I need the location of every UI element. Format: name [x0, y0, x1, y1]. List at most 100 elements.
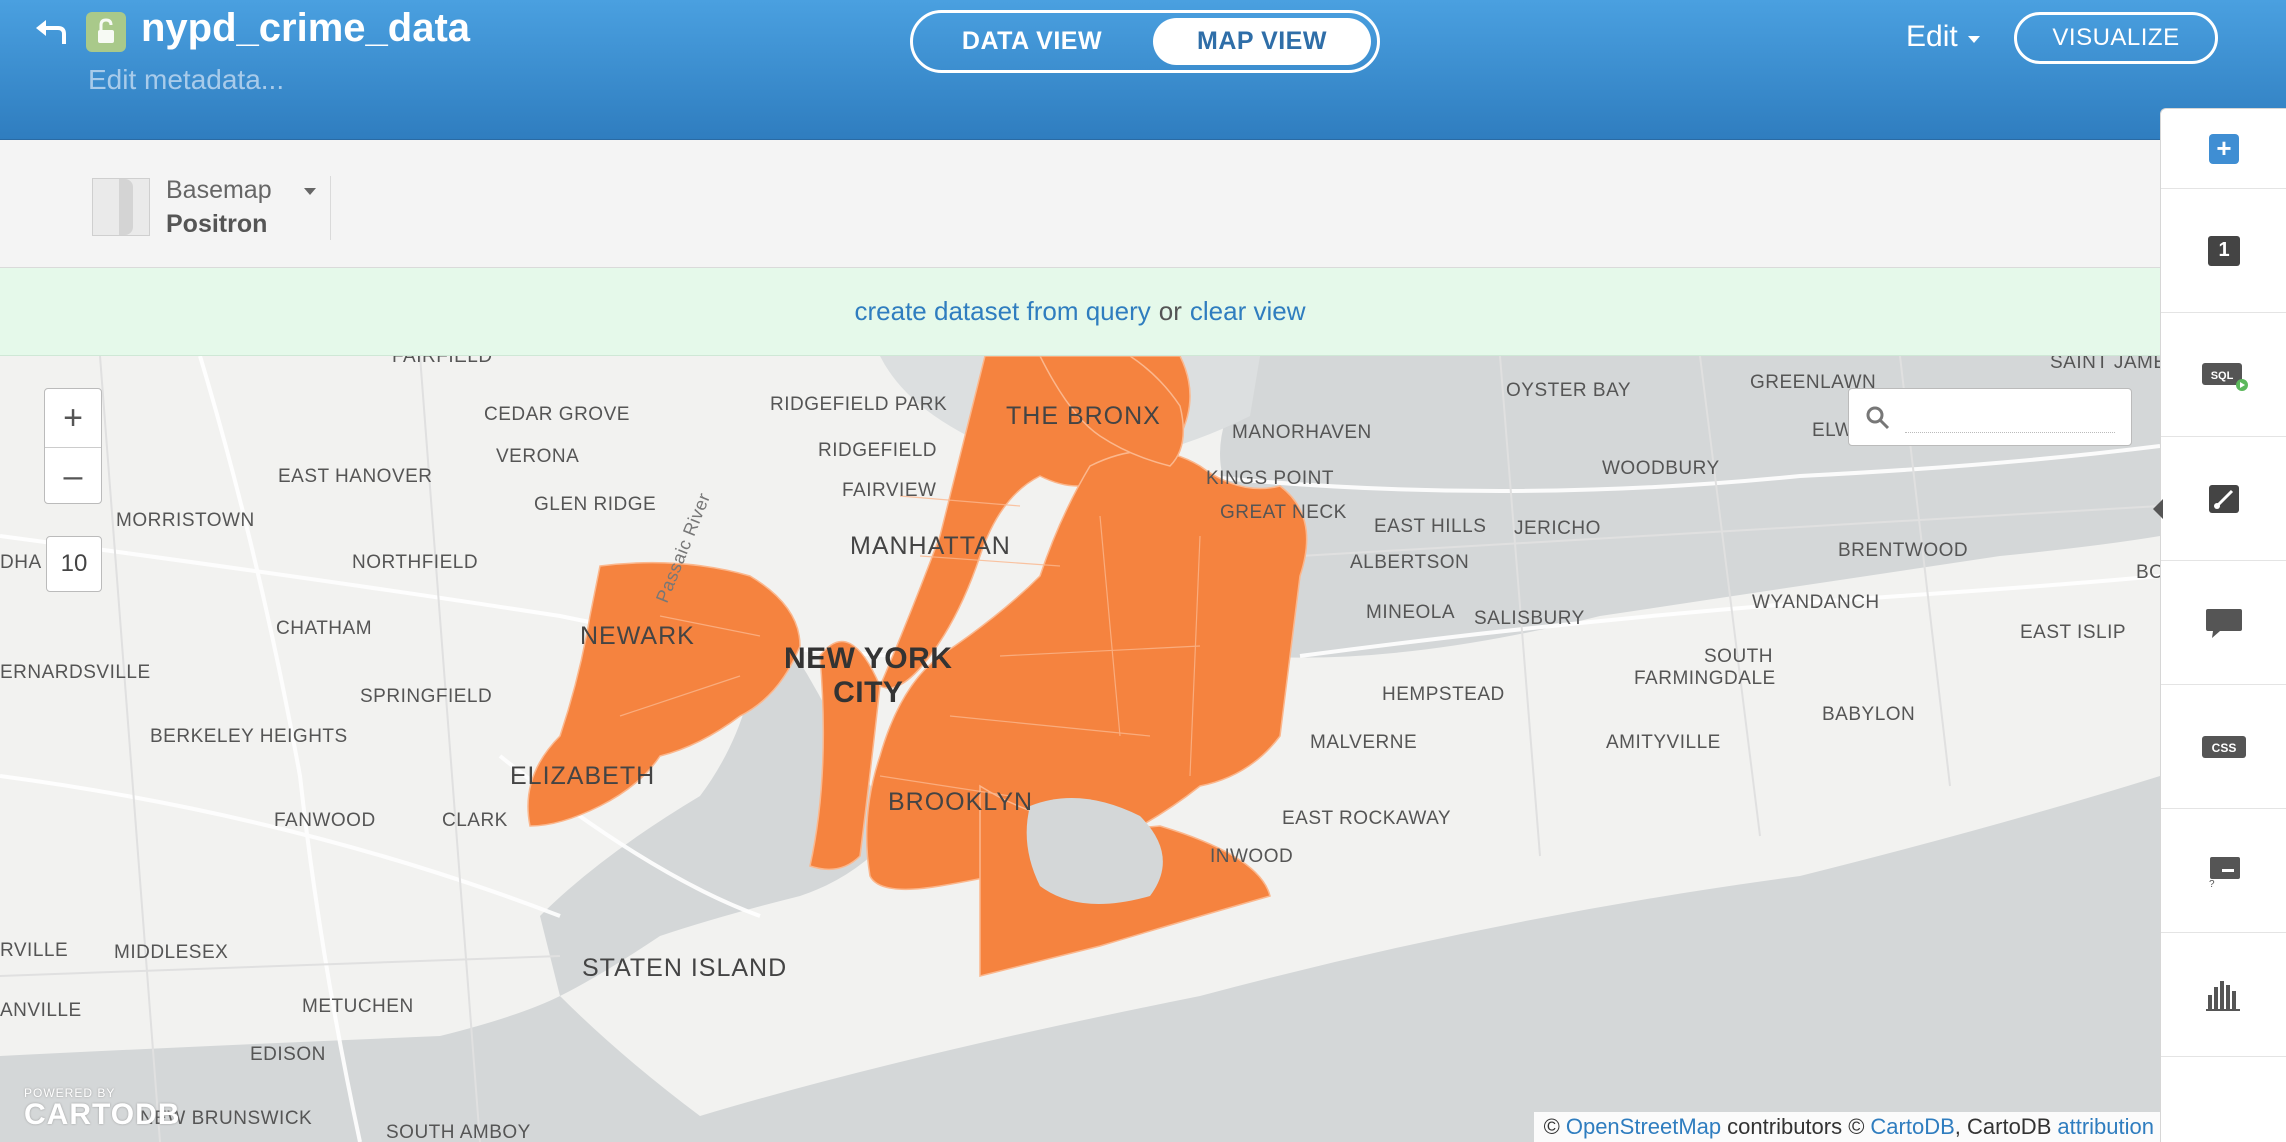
place-label: ANVILLE	[0, 1000, 82, 1021]
place-label: AMITYVILLE	[1606, 732, 1721, 753]
infowindow-icon	[2206, 608, 2242, 638]
query-banner: create dataset from query or clear view	[0, 268, 2160, 356]
edit-metadata-link[interactable]: Edit metadata...	[88, 64, 284, 96]
place-label: SAINT JAMES	[2050, 356, 2160, 373]
place-label: BERKELEY HEIGHTS	[150, 726, 348, 747]
place-label: EAST ROCKAWAY	[1282, 808, 1452, 829]
lock-icon[interactable]	[86, 12, 126, 52]
place-label: RIDGEFIELD	[818, 440, 938, 461]
place-label: GREAT NECK	[1220, 502, 1347, 523]
place-label: ELIZABETH	[510, 762, 656, 790]
place-label: NORTHFIELD	[352, 552, 479, 573]
infowindow-tool-button[interactable]	[2161, 561, 2286, 685]
place-label: SPRINGFIELD	[360, 686, 493, 707]
place-label: GLEN RIDGE	[534, 494, 657, 515]
filters-icon	[2206, 980, 2240, 1011]
attribution-contributors: contributors ©	[1727, 1114, 1865, 1139]
zoom-in-button[interactable]: +	[45, 389, 101, 447]
place-label: WYANDANCH	[1752, 592, 1880, 613]
place-label: METUCHEN	[302, 996, 414, 1017]
sql-tool-button[interactable]: SQL	[2161, 313, 2286, 437]
place-label: NEWARK	[580, 622, 695, 650]
basemap-label[interactable]: Basemap	[166, 176, 272, 205]
dataset-title[interactable]: nypd_crime_data	[141, 6, 470, 51]
svg-text:SQL: SQL	[2211, 370, 2234, 382]
layer-number-badge: 1	[2208, 235, 2240, 266]
place-label: THE BRONX	[1006, 402, 1161, 430]
place-label: MIDDLESEX	[114, 942, 229, 963]
basemap-dropdown-icon[interactable]	[304, 188, 316, 195]
place-label: DHA	[0, 552, 42, 573]
edit-menu-label: Edit	[1906, 20, 1958, 53]
attribution-link[interactable]: attribution	[2057, 1114, 2154, 1140]
place-label: BABYLON	[1822, 704, 1916, 725]
chevron-down-icon	[1967, 35, 1980, 43]
place-label: MANORHAVEN	[1232, 422, 1372, 443]
attribution-copyright: ©	[1543, 1114, 1560, 1139]
place-label: JERICHO	[1514, 518, 1601, 539]
place-label: MORRISTOWN	[116, 510, 255, 531]
place-label: ALBERTSON	[1350, 552, 1470, 573]
place-label: EAST HANOVER	[278, 466, 433, 487]
basemap-value[interactable]: Positron	[166, 210, 267, 239]
layer-tab-1[interactable]: 1	[2161, 189, 2286, 313]
logo-brand: CARTODB	[24, 1098, 181, 1131]
view-toggle: DATA VIEW MAP VIEW	[910, 10, 1380, 73]
edit-menu[interactable]: Edit	[1906, 20, 1980, 54]
place-label: BRENTWOOD	[1838, 540, 1969, 561]
back-arrow-icon[interactable]	[32, 14, 72, 48]
place-label: FAIRFIELD	[392, 356, 493, 367]
zoom-level-indicator: 10	[46, 536, 102, 592]
filters-tool-button[interactable]	[2161, 933, 2286, 1057]
attribution-cartodb-text: , CartoDB	[1954, 1114, 2052, 1139]
place-label: SOUTH	[1704, 646, 1773, 667]
place-label: CLARK	[442, 810, 508, 831]
data-view-tab[interactable]: DATA VIEW	[919, 18, 1145, 65]
zoom-out-button[interactable]: –	[45, 447, 101, 505]
place-label: FARMINGDALE	[1634, 668, 1776, 689]
place-label: STATEN ISLAND	[582, 954, 788, 982]
map-search-input[interactable]	[1905, 403, 2115, 433]
add-layer-button[interactable]: +	[2161, 109, 2286, 189]
wizard-tool-button[interactable]	[2161, 437, 2286, 561]
sql-icon: SQL	[2202, 362, 2248, 391]
place-label: FANWOOD	[274, 810, 376, 831]
place-label: HEMPSTEAD	[1382, 684, 1505, 705]
visualize-button[interactable]: VISUALIZE	[2014, 12, 2218, 64]
place-label: FAIRVIEW	[842, 480, 937, 501]
place-label: MALVERNE	[1310, 732, 1418, 753]
query-or-text: or	[1158, 296, 1182, 326]
create-dataset-link[interactable]: create dataset from query	[855, 296, 1151, 327]
basemap-thumbnail[interactable]	[92, 178, 150, 236]
svg-text:?: ?	[2209, 879, 2215, 890]
legend-icon: ?	[2209, 856, 2240, 890]
place-label: WOODBURY	[1602, 458, 1720, 479]
css-tool-button[interactable]: CSS	[2161, 685, 2286, 809]
cartodb-logo: POWERED BY CARTODB	[24, 1086, 180, 1130]
place-label: CHATHAM	[276, 618, 373, 639]
place-label: OYSTER BAY	[1506, 380, 1632, 401]
map-canvas[interactable]: FAIRFIELD RIDGEFIELD PARK THE BRONX OYST…	[0, 356, 2160, 1142]
cartodb-link[interactable]: CartoDB	[1870, 1114, 1954, 1140]
place-label: MINEOLA	[1366, 602, 1456, 623]
map-attribution: © OpenStreetMap contributors © CartoDB ,…	[1533, 1112, 2160, 1142]
css-icon: CSS	[2202, 735, 2246, 758]
place-label: ERNARDSVILLE	[0, 662, 151, 683]
place-label: EAST HILLS	[1374, 516, 1487, 537]
clear-view-link[interactable]: clear view	[1190, 296, 1306, 327]
map-view-tab[interactable]: MAP VIEW	[1153, 18, 1371, 65]
svg-text:CSS: CSS	[2212, 741, 2237, 755]
place-label: SALISBURY	[1474, 608, 1585, 629]
place-label: BO	[2136, 562, 2160, 583]
wizard-icon	[2209, 484, 2239, 513]
header-bar: nypd_crime_data Edit metadata... DATA VI…	[0, 0, 2286, 140]
search-icon[interactable]	[1863, 403, 1893, 433]
place-label: RIDGEFIELD PARK	[770, 394, 948, 415]
city-label: NEW YORK CITY	[784, 642, 953, 709]
place-label: VERONA	[496, 446, 580, 467]
openstreetmap-link[interactable]: OpenStreetMap	[1566, 1114, 1721, 1140]
legend-tool-button[interactable]: ?	[2161, 809, 2286, 933]
place-label: MANHATTAN	[850, 532, 1011, 560]
layer-panel: + 1 SQL CSS ?	[2153, 108, 2286, 1142]
place-label: EDISON	[250, 1044, 326, 1065]
